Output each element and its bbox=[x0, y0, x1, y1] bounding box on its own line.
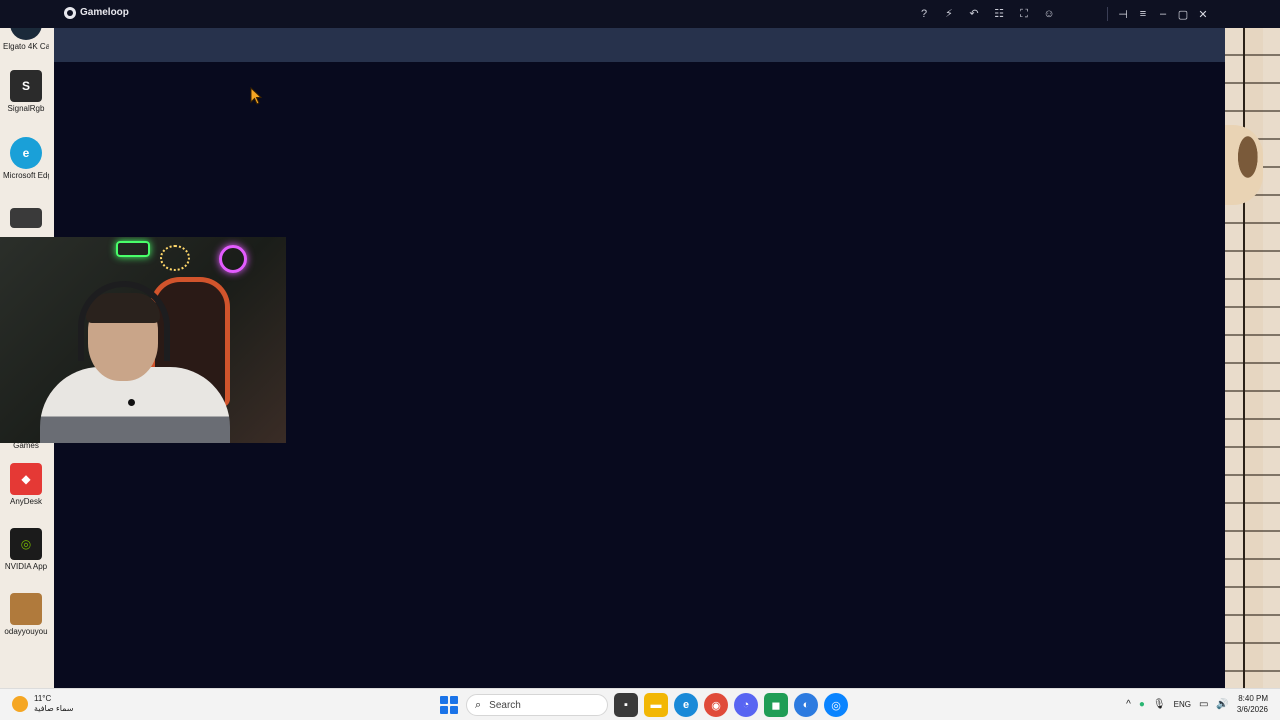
desktop-icon-label: odayyouyou bbox=[4, 627, 48, 636]
chrome-icon[interactable]: ◉ bbox=[704, 693, 728, 717]
start-button[interactable] bbox=[438, 694, 460, 716]
anydesk-icon: ◆ bbox=[10, 463, 42, 495]
chevron-up-icon[interactable]: ^ bbox=[1126, 699, 1131, 710]
maximize-icon[interactable]: ▢ bbox=[1174, 5, 1192, 23]
file-explorer-icon[interactable]: ▬ bbox=[644, 693, 668, 717]
help-icon[interactable]: ? bbox=[915, 5, 933, 23]
weather-moon-icon bbox=[12, 696, 28, 712]
toolbar-icons: ? ⚡ ↶ ☷ ⛶ ☺ bbox=[915, 5, 1058, 23]
webcam-overlay bbox=[0, 237, 286, 443]
signalrgb-icon: S bbox=[10, 70, 42, 102]
desktop-icon-label: NVIDIA App bbox=[4, 562, 48, 571]
green-app-icon[interactable]: ◼ bbox=[764, 693, 788, 717]
games-icon bbox=[10, 208, 42, 228]
undo-icon[interactable]: ↶ bbox=[965, 5, 983, 23]
window-titlebar[interactable]: Gameloop ? ⚡ ↶ ☷ ⛶ ☺ ⊣ ≡ – ▢ ✕ bbox=[0, 0, 1280, 28]
close-icon[interactable]: ✕ bbox=[1194, 5, 1212, 23]
status-dot-icon[interactable]: ● bbox=[1139, 699, 1145, 710]
gameloop-taskbar-icon[interactable]: ◎ bbox=[824, 693, 848, 717]
window-title: Gameloop bbox=[80, 7, 129, 18]
mouse-cursor-icon bbox=[250, 87, 262, 105]
desktop-icon-games[interactable] bbox=[3, 208, 49, 230]
divider bbox=[1107, 7, 1108, 21]
emulator-top-strip bbox=[54, 28, 1225, 62]
desktop-icon-label: AnyDesk bbox=[9, 497, 42, 506]
desktop-wallpaper-right bbox=[1225, 0, 1280, 688]
weather-widget[interactable]: 11°C سماء صافية bbox=[12, 694, 74, 714]
weather-temp: 11°C bbox=[34, 694, 52, 703]
clock-time: 8:40 PM bbox=[1238, 694, 1268, 703]
sweater-button bbox=[128, 399, 135, 406]
edge-icon: e bbox=[10, 137, 42, 169]
search-icon: ⌕ bbox=[475, 698, 482, 711]
desktop-icon-label: Elgato 4K Captur... bbox=[3, 42, 49, 51]
wallpaper-figure bbox=[1225, 125, 1263, 205]
desktop-icon-label: SignalRgb bbox=[7, 104, 45, 113]
discord-icon[interactable]: ◔ bbox=[734, 693, 758, 717]
fullscreen-icon[interactable]: ⛶ bbox=[1015, 5, 1033, 23]
microphone-icon[interactable]: 🎙 bbox=[1153, 699, 1166, 710]
boost-icon[interactable]: ⚡ bbox=[940, 5, 958, 23]
taskbar: 11°C سماء صافية ⌕ Search ▪ ▬ e ◉ ◔ ◼ ◐ ◎… bbox=[0, 688, 1280, 720]
edge-taskbar-icon[interactable]: e bbox=[674, 693, 698, 717]
hamburger-icon[interactable]: ≡ bbox=[1134, 5, 1152, 23]
neon-sign-green bbox=[116, 241, 150, 257]
weather-desc: سماء صافية bbox=[34, 704, 74, 713]
menu-list-icon[interactable]: ☷ bbox=[990, 5, 1008, 23]
system-tray: ^ ● 🎙 ENG ▭ 🔊 8:40 PM 3/6/2026 bbox=[1126, 693, 1268, 715]
language-indicator[interactable]: ENG bbox=[1174, 700, 1191, 709]
nvidia-icon: ◎ bbox=[10, 528, 42, 560]
minimize-icon[interactable]: – bbox=[1154, 5, 1172, 23]
desktop-icon-edge[interactable]: e Microsoft Edge bbox=[3, 137, 49, 180]
window-controls: ⊣ ≡ – ▢ ✕ bbox=[1103, 5, 1212, 23]
clock-date: 3/6/2026 bbox=[1236, 705, 1268, 714]
taskbar-search[interactable]: ⌕ Search bbox=[466, 694, 608, 716]
volume-icon[interactable]: 🔊 bbox=[1216, 699, 1228, 710]
taskbar-center: ⌕ Search ▪ ▬ e ◉ ◔ ◼ ◐ ◎ bbox=[438, 693, 848, 717]
desktop-icon-user-folder[interactable]: odayyouyou bbox=[3, 593, 49, 636]
folder-icon bbox=[10, 593, 42, 625]
network-icon[interactable]: ▭ bbox=[1199, 699, 1208, 710]
account-icon[interactable]: ☺ bbox=[1040, 5, 1058, 23]
task-view-icon[interactable]: ▪ bbox=[614, 693, 638, 717]
desktop-icon-signalrgb[interactable]: S SignalRgb bbox=[3, 70, 49, 113]
neon-sign-yellow bbox=[160, 245, 190, 271]
desktop-icon-anydesk[interactable]: ◆ AnyDesk bbox=[3, 463, 49, 506]
gameloop-logo-icon bbox=[64, 7, 76, 19]
desktop-icon-nvidia[interactable]: ◎ NVIDIA App bbox=[3, 528, 49, 571]
taskbar-clock[interactable]: 8:40 PM 3/6/2026 bbox=[1237, 693, 1268, 715]
search-placeholder: Search bbox=[489, 699, 521, 711]
blue-app-icon[interactable]: ◐ bbox=[794, 693, 818, 717]
desktop-icon-label: Microsoft Edge bbox=[3, 171, 49, 180]
pin-icon[interactable]: ⊣ bbox=[1114, 5, 1132, 23]
neon-sign-purple bbox=[219, 245, 247, 273]
